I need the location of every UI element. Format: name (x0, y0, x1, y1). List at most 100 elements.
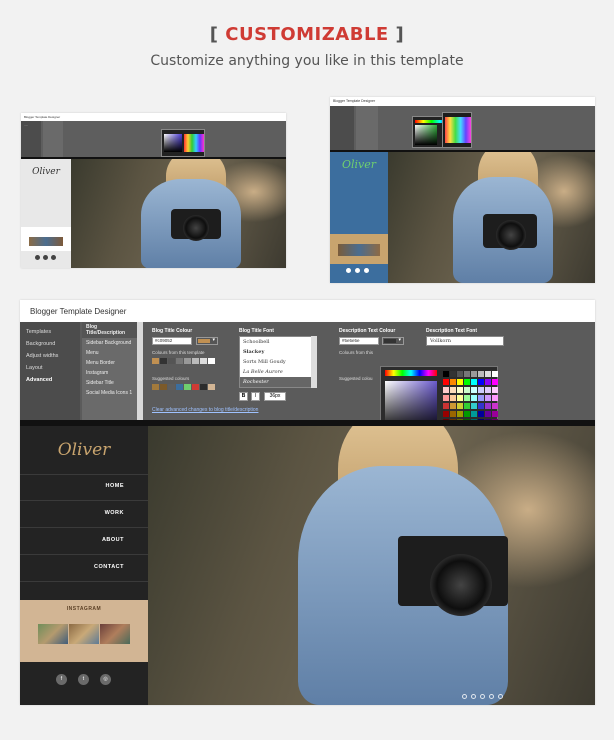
font-option[interactable]: Sorts Mill Goudy (240, 357, 316, 367)
palette-swatch[interactable] (464, 371, 470, 377)
palette-swatch[interactable] (457, 403, 463, 409)
mini-sv-picker[interactable] (164, 134, 182, 152)
instagram-thumb[interactable] (69, 624, 99, 644)
font-list[interactable]: Schoolbell Slackey Sorts Mill Goudy La B… (239, 336, 317, 388)
palette-swatch[interactable] (485, 411, 491, 417)
palette-swatch[interactable] (450, 379, 456, 385)
colour-swatch[interactable] (176, 384, 183, 390)
palette-swatch[interactable] (450, 411, 456, 417)
slider-dot[interactable] (462, 694, 467, 699)
palette-swatch[interactable] (471, 411, 477, 417)
description-colour-input[interactable]: #5e5e5e (339, 337, 379, 345)
menu-about[interactable]: ABOUT (102, 537, 124, 543)
font-option[interactable]: Slackey (240, 347, 316, 357)
instagram-icon[interactable]: ◎ (100, 674, 111, 685)
palette-swatch[interactable] (492, 371, 498, 377)
subnav-instagram[interactable]: Instagram (82, 368, 137, 378)
palette-swatch[interactable] (450, 371, 456, 377)
palette-swatch[interactable] (492, 379, 498, 385)
nav-layout[interactable]: Layout (20, 362, 80, 374)
colour-swatch[interactable] (192, 358, 199, 364)
twitter-icon[interactable]: t (78, 674, 89, 685)
palette-swatch[interactable] (471, 403, 477, 409)
subnav-sidebar-title[interactable]: Sidebar Title (82, 378, 137, 388)
font-size-input[interactable]: 36px (264, 392, 286, 401)
menu-contact[interactable]: CONTACT (94, 564, 124, 570)
palette-swatch[interactable] (457, 411, 463, 417)
colour-swatch[interactable] (160, 384, 167, 390)
mini-facebook-icon-2[interactable] (346, 268, 351, 273)
subnav-social-media[interactable]: Social Media Icons 1 (82, 388, 137, 398)
palette-swatch[interactable] (478, 379, 484, 385)
font-option[interactable]: La Belle Aurore (240, 367, 316, 377)
palette-swatch[interactable] (485, 387, 491, 393)
colour-swatch[interactable] (168, 358, 175, 364)
palette-swatch[interactable] (471, 387, 477, 393)
colour-swatch[interactable] (200, 384, 207, 390)
description-font-list[interactable]: Vollkorn (426, 336, 504, 346)
nav-background[interactable]: Background (20, 338, 80, 350)
mini-color-palette[interactable] (161, 129, 205, 157)
slider-dot[interactable] (498, 694, 503, 699)
subnav-blog-title[interactable]: Blog Title/Description (82, 322, 137, 338)
nav-templates[interactable]: Templates (20, 326, 80, 338)
palette-swatch[interactable] (471, 371, 477, 377)
palette-swatch[interactable] (485, 371, 491, 377)
slider-dot[interactable] (480, 694, 485, 699)
palette-swatch[interactable] (450, 395, 456, 401)
palette-swatch[interactable] (478, 387, 484, 393)
font-option-selected[interactable]: Rochester (240, 377, 316, 387)
palette-swatch[interactable] (492, 403, 498, 409)
subnav-menu[interactable]: Menu (82, 348, 137, 358)
mini-swatch-grid[interactable] (184, 134, 204, 152)
italic-button[interactable]: I (251, 392, 260, 401)
colour-swatch[interactable] (168, 384, 175, 390)
palette-swatch[interactable] (471, 379, 477, 385)
instagram-thumb[interactable] (100, 624, 130, 644)
menu-home[interactable]: HOME (106, 483, 125, 489)
colour-swatch[interactable] (208, 384, 215, 390)
palette-swatch[interactable] (450, 403, 456, 409)
mini-facebook-icon[interactable] (35, 255, 40, 260)
slider-dot[interactable] (489, 694, 494, 699)
blog-logo[interactable]: Oliver (20, 440, 148, 460)
palette-swatch[interactable] (443, 387, 449, 393)
colour-swatch[interactable] (184, 358, 191, 364)
clear-advanced-link[interactable]: Clear advanced changes to blog title/des… (152, 407, 258, 413)
palette-swatch[interactable] (457, 379, 463, 385)
palette-swatch[interactable] (457, 395, 463, 401)
palette-swatch[interactable] (485, 379, 491, 385)
facebook-icon[interactable]: f (56, 674, 67, 685)
mini-swatch-grid-2[interactable] (442, 112, 472, 148)
nav-advanced[interactable]: Advanced (20, 374, 80, 386)
palette-swatch[interactable] (464, 395, 470, 401)
subnav-sidebar-background[interactable]: Sidebar Background (82, 338, 137, 348)
font-option[interactable]: Schoolbell (240, 337, 316, 347)
blog-title-colour-input[interactable]: #c09052 (152, 337, 192, 345)
subnav-menu-border[interactable]: Menu Border (82, 358, 137, 368)
description-font-selected[interactable]: Vollkorn (427, 337, 503, 345)
palette-swatch[interactable] (457, 371, 463, 377)
palette-swatch[interactable] (478, 411, 484, 417)
palette-swatch[interactable] (464, 379, 470, 385)
mini-sv-picker-2[interactable] (415, 125, 437, 145)
palette-swatch[interactable] (478, 371, 484, 377)
palette-swatch[interactable] (478, 395, 484, 401)
menu-work[interactable]: WORK (105, 510, 124, 516)
palette-swatch[interactable] (492, 411, 498, 417)
palette-swatch[interactable] (443, 411, 449, 417)
colour-swatch[interactable] (160, 358, 167, 364)
subnav-scrollbar[interactable] (137, 322, 143, 420)
hue-slider[interactable] (385, 370, 437, 376)
palette-swatch[interactable] (443, 403, 449, 409)
colour-swatch[interactable] (152, 358, 159, 364)
palette-swatch[interactable] (492, 395, 498, 401)
instagram-thumb[interactable] (38, 624, 68, 644)
description-colour-picker[interactable]: ▾ (382, 337, 404, 345)
font-list-scrollbar[interactable] (311, 336, 317, 388)
palette-swatch[interactable] (492, 387, 498, 393)
colour-swatch[interactable] (200, 358, 207, 364)
palette-swatch[interactable] (443, 395, 449, 401)
mini-twitter-icon[interactable] (43, 255, 48, 260)
mini-twitter-icon-2[interactable] (355, 268, 360, 273)
